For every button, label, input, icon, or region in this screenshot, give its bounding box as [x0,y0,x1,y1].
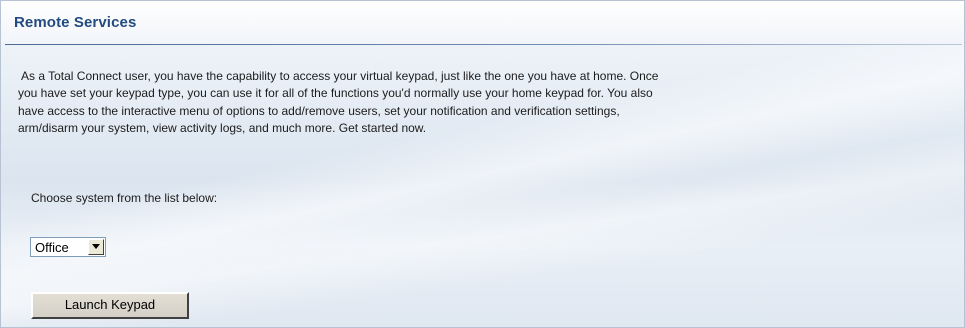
intro-paragraph: As a Total Connect user, you have the ca… [18,69,659,135]
system-select-value: Office [35,240,69,255]
choose-system-label: Choose system from the list below: [31,191,218,205]
remote-services-panel: Remote Services As a Total Connect user,… [0,0,965,328]
header-divider [5,44,962,45]
launch-keypad-button[interactable]: Launch Keypad [31,292,189,319]
panel-title: Remote Services [14,14,137,31]
system-select[interactable]: Office [30,237,106,257]
dropdown-arrow-button[interactable] [88,239,104,255]
chevron-down-icon [92,244,100,249]
panel-header: Remote Services [1,1,964,44]
